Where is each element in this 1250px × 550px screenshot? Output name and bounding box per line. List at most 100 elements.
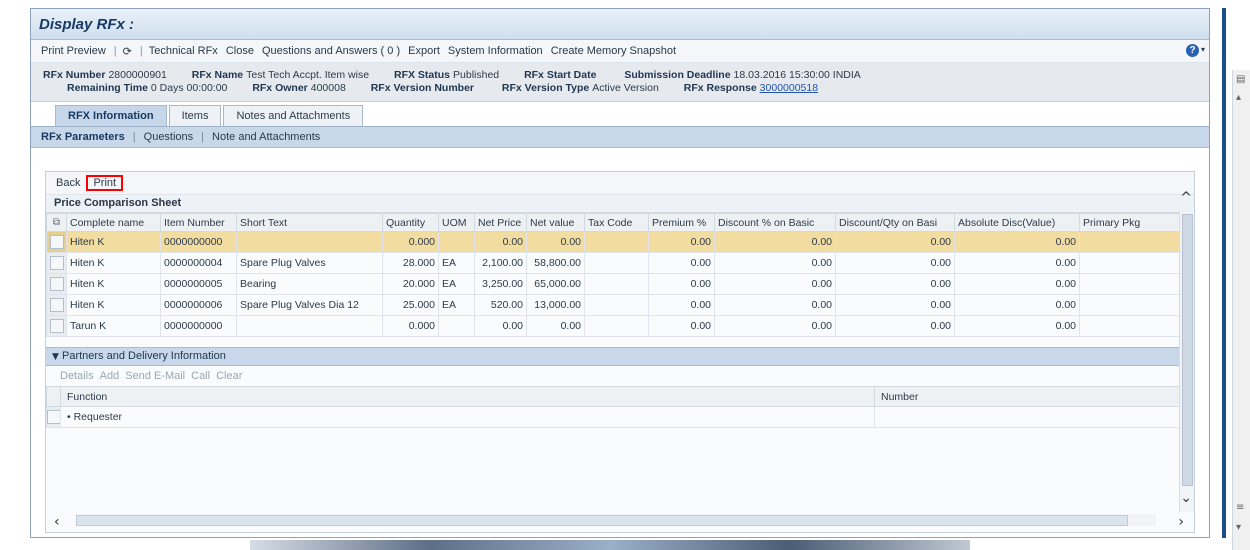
questions-answers-button[interactable]: Questions and Answers ( 0 ) xyxy=(262,45,400,57)
cell-discount-qty: 0.00 xyxy=(835,315,955,337)
cell-function: • Requester xyxy=(60,406,875,428)
scroll-left-icon[interactable]: ‹ xyxy=(54,514,60,530)
tab-items[interactable]: Items xyxy=(168,105,222,126)
cell-net-value: 65,000.00 xyxy=(526,273,585,295)
col-discount-qty[interactable]: Discount/Qty on Basi xyxy=(835,213,955,232)
rfx-owner-label: RFx Owner xyxy=(252,82,308,94)
row-selector[interactable] xyxy=(46,231,67,253)
create-memory-snapshot-button[interactable]: Create Memory Snapshot xyxy=(551,45,676,57)
cell-discount-basic: 0.00 xyxy=(714,273,836,295)
print-preview-button[interactable]: Print Preview xyxy=(41,45,106,57)
cell-item-number: 0000000000 xyxy=(160,315,237,337)
table-row[interactable]: Hiten K 0000000000 0.000 0.00 0.00 0.00 … xyxy=(46,231,1180,253)
technical-rfx-button[interactable]: Technical RFx xyxy=(149,45,218,57)
subtab-note-and-attachments[interactable]: Note and Attachments xyxy=(212,131,320,143)
col-premium[interactable]: Premium % xyxy=(648,213,715,232)
rfx-name-label: RFx Name xyxy=(191,69,244,81)
chevron-down-icon[interactable]: ▾ xyxy=(1201,45,1205,54)
help-icon[interactable]: ? xyxy=(1186,44,1199,57)
row-selector[interactable] xyxy=(46,406,61,428)
cell-complete-name: Tarun K xyxy=(66,315,161,337)
send-email-button[interactable]: Send E-Mail xyxy=(125,370,185,382)
side-caret-down-icon[interactable]: ▾ xyxy=(1236,522,1241,533)
cell-premium: 0.00 xyxy=(648,315,715,337)
rfx-number-value: 2800000901 xyxy=(108,69,167,81)
cell-discount-basic: 0.00 xyxy=(714,231,836,253)
rfx-number-label: RFx Number xyxy=(43,69,106,81)
tab-rfx-information[interactable]: RFX Information xyxy=(55,105,167,126)
vertical-scroll-thumb[interactable] xyxy=(1182,214,1193,486)
cell-discount-qty: 0.00 xyxy=(835,231,955,253)
cell-short-text: Spare Plug Valves Dia 12 xyxy=(236,294,383,316)
cell-absolute-disc: 0.00 xyxy=(954,273,1080,295)
partners-section-header[interactable]: ▼ Partners and Delivery Information xyxy=(46,347,1194,366)
row-selector[interactable] xyxy=(46,294,67,316)
rfx-status-label: RFX Status xyxy=(394,69,451,81)
clear-button[interactable]: Clear xyxy=(216,370,242,382)
subtab-rfx-parameters[interactable]: RFx Parameters xyxy=(41,131,125,143)
col-quantity[interactable]: Quantity xyxy=(382,213,439,232)
cell-quantity: 0.000 xyxy=(382,315,439,337)
price-table-viewport: ⧉ Complete name Item Number Short Text Q… xyxy=(46,213,1180,337)
col-tax-code[interactable]: Tax Code xyxy=(584,213,649,232)
partners-title: Partners and Delivery Information xyxy=(61,350,226,362)
price-comparison-table: ⧉ Complete name Item Number Short Text Q… xyxy=(46,213,1180,337)
add-button[interactable]: Add xyxy=(100,370,120,382)
print-button[interactable]: Print xyxy=(86,175,124,191)
tab-notes-and-attachments[interactable]: Notes and Attachments xyxy=(223,105,364,126)
side-caret-up-icon[interactable]: ▴ xyxy=(1236,92,1241,103)
scroll-up-icon[interactable]: ^ xyxy=(1180,190,1192,206)
table-row[interactable]: Hiten K 0000000006 Spare Plug Valves Dia… xyxy=(46,294,1180,316)
cell-quantity: 20.000 xyxy=(382,273,439,295)
table-row[interactable]: Tarun K 0000000000 0.000 0.00 0.00 0.00 … xyxy=(46,315,1180,337)
submission-deadline-label: Submission Deadline xyxy=(624,69,731,81)
vertical-scrollbar[interactable] xyxy=(1179,212,1194,512)
call-button[interactable]: Call xyxy=(191,370,210,382)
row-selector[interactable] xyxy=(46,252,67,274)
close-button[interactable]: Close xyxy=(226,45,254,57)
col-short-text[interactable]: Short Text xyxy=(236,213,383,232)
table-row[interactable]: • Requester xyxy=(46,406,1181,428)
scroll-right-icon[interactable]: › xyxy=(1178,514,1184,530)
col-item-number[interactable]: Item Number xyxy=(160,213,237,232)
window-border-accent xyxy=(1222,8,1226,538)
table-row[interactable]: Hiten K 0000000005 Bearing 20.000 EA 3,2… xyxy=(46,273,1180,295)
details-button[interactable]: Details xyxy=(60,370,94,382)
col-absolute-disc[interactable]: Absolute Disc(Value) xyxy=(954,213,1080,232)
cell-absolute-disc: 0.00 xyxy=(954,315,1080,337)
row-selector[interactable] xyxy=(46,273,67,295)
col-complete-name[interactable]: Complete name xyxy=(66,213,161,232)
back-button[interactable]: Back xyxy=(54,176,82,190)
refresh-icon[interactable]: ⟳ xyxy=(123,45,132,58)
system-information-button[interactable]: System Information xyxy=(448,45,543,57)
scroll-down-icon[interactable]: ⌄ xyxy=(1180,490,1192,506)
col-discount-basic[interactable]: Discount % on Basic xyxy=(714,213,836,232)
export-button[interactable]: Export xyxy=(408,45,440,57)
horizontal-scroll-thumb[interactable] xyxy=(76,515,1128,526)
rfx-response-link[interactable]: 3000000518 xyxy=(760,82,818,94)
triangle-down-icon[interactable]: ▼ xyxy=(52,352,59,362)
col-net-value[interactable]: Net value xyxy=(526,213,585,232)
content-area: Back Print Price Comparison Sheet ⧉ Comp… xyxy=(45,171,1195,533)
header-row-2: Remaining Time 0 Days 00:00:00 RFx Owner 4… xyxy=(67,82,818,94)
cell-item-number: 0000000000 xyxy=(160,231,237,253)
table-row[interactable]: Hiten K 0000000004 Spare Plug Valves 28.… xyxy=(46,252,1180,274)
col-number[interactable]: Number xyxy=(874,386,1181,407)
cell-net-price: 0.00 xyxy=(474,231,527,253)
partners-header-row: Function Number xyxy=(46,386,1181,407)
rfx-start-date-label: RFx Start Date xyxy=(524,69,597,81)
subtab-separator: | xyxy=(132,131,136,143)
col-function[interactable]: Function xyxy=(60,386,875,407)
col-uom[interactable]: UOM xyxy=(438,213,475,232)
col-primary-pkg[interactable]: Primary Pkg xyxy=(1079,213,1180,232)
page-title: Display RFx : xyxy=(39,15,135,33)
partners-table: Function Number • Requester xyxy=(46,386,1181,428)
horizontal-scrollbar[interactable] xyxy=(76,514,1156,526)
row-selector[interactable] xyxy=(46,315,67,337)
col-net-price[interactable]: Net Price xyxy=(474,213,527,232)
table-settings-icon[interactable]: ⧉ xyxy=(46,213,67,232)
cell-primary-pkg xyxy=(1079,252,1180,274)
subtab-questions[interactable]: Questions xyxy=(144,131,194,143)
cell-discount-basic: 0.00 xyxy=(714,294,836,316)
cell-tax-code xyxy=(584,231,649,253)
